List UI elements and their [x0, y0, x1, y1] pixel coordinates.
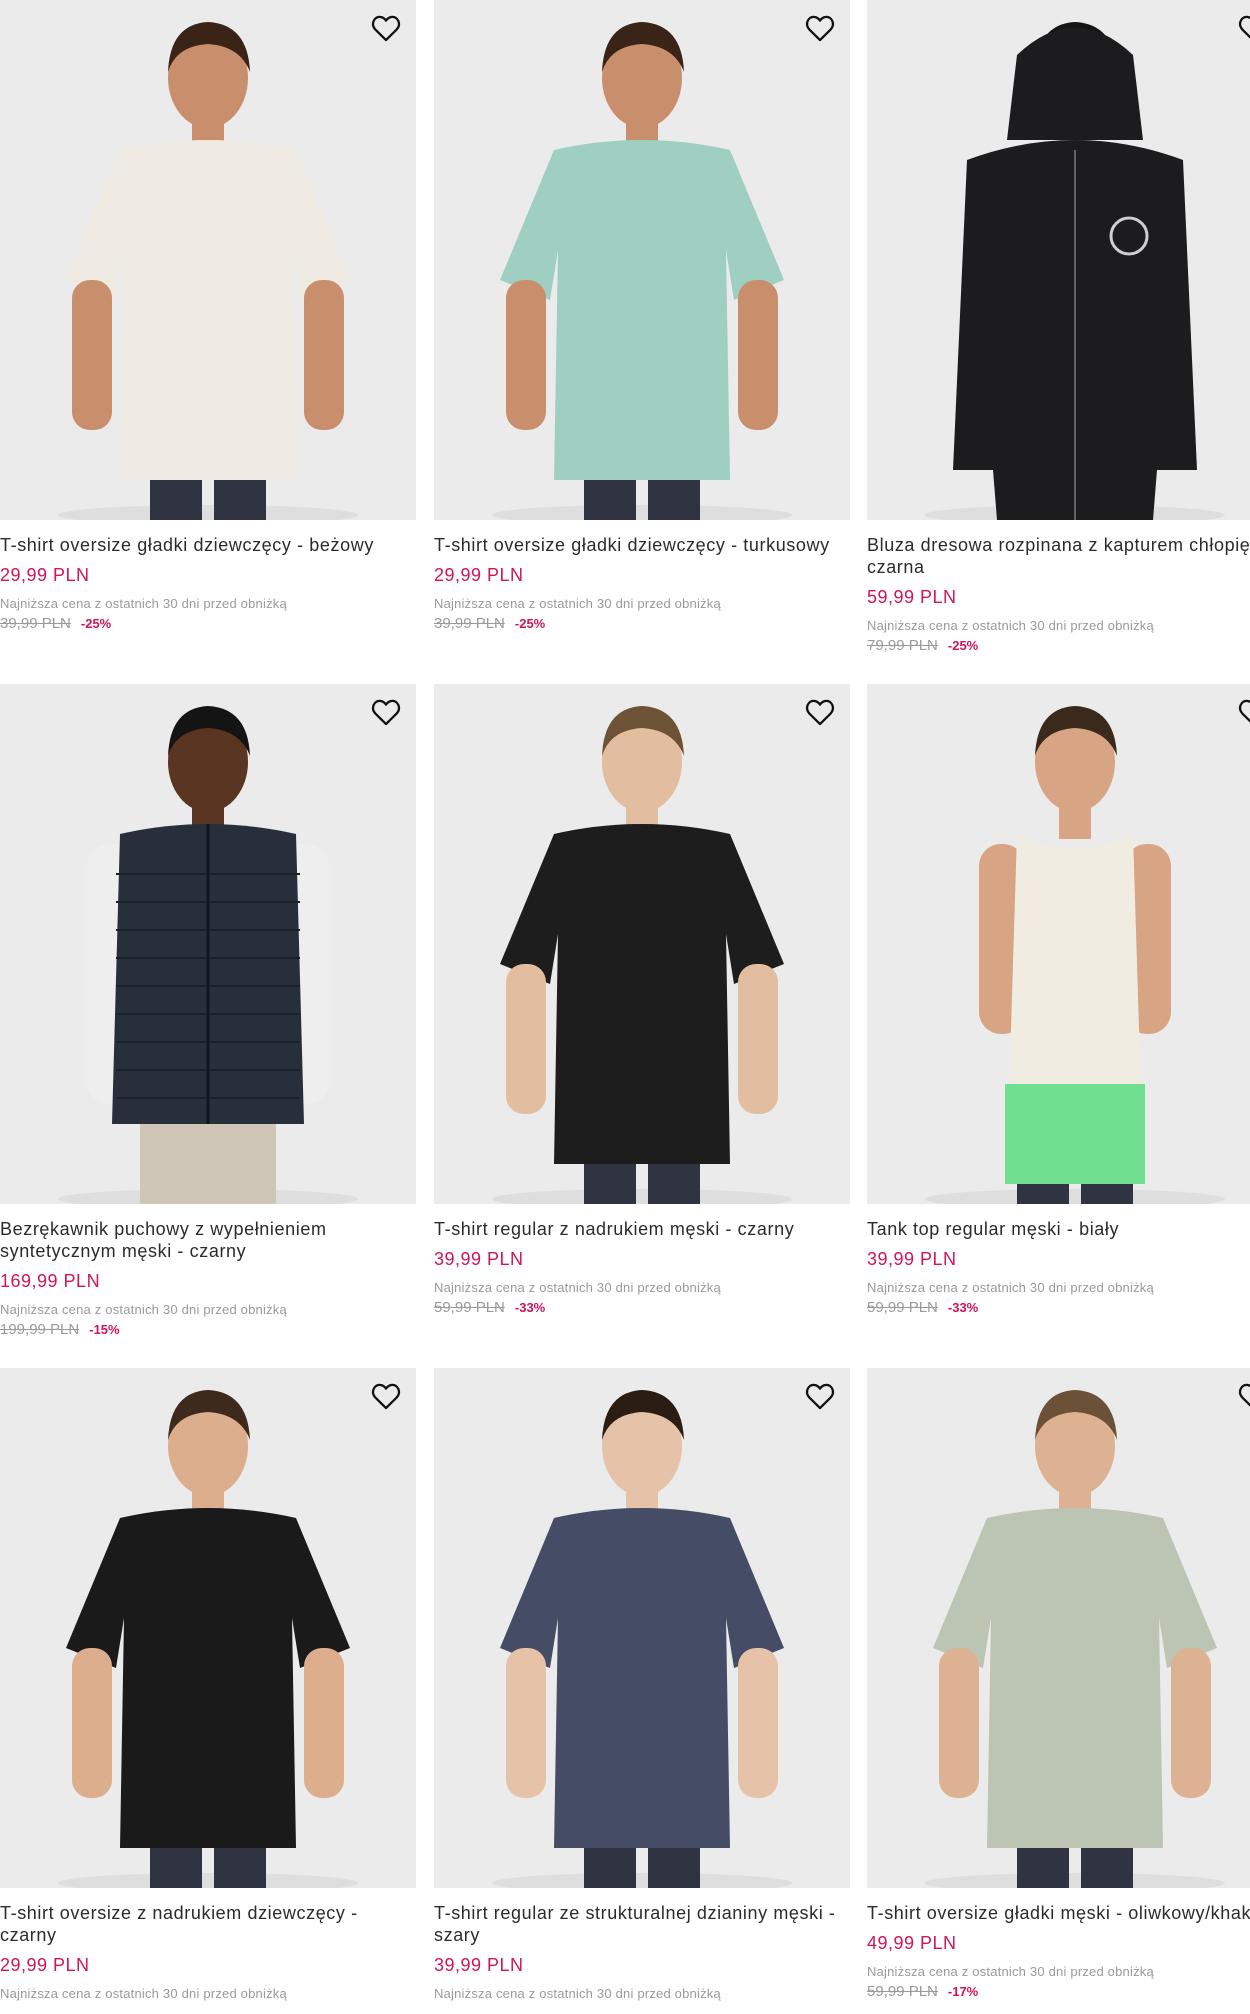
product-info: Bezrękawnik puchowy z wypełnieniem synte… — [0, 1204, 416, 1338]
product-card[interactable]: T-shirt regular z nadrukiem męski - czar… — [434, 684, 850, 1316]
product-info: T-shirt oversize z nadrukiem dziewczęcy … — [0, 1888, 416, 2001]
wishlist-heart-icon[interactable] — [366, 8, 406, 48]
product-info: T-shirt regular ze strukturalnej dzianin… — [434, 1888, 850, 2001]
product-info: T-shirt oversize gładki męski - oliwkowy… — [867, 1888, 1250, 2000]
product-price: 29,99 PLN — [434, 565, 524, 585]
old-price-row: 79,99 PLN -25% — [867, 637, 1250, 654]
old-price: 199,99 PLN — [0, 1321, 80, 1338]
product-photo — [492, 22, 792, 520]
old-price: 39,99 PLN — [434, 615, 505, 632]
product-info: T-shirt oversize gładki dziewczęcy - beż… — [0, 520, 416, 632]
product-price: 29,99 PLN — [0, 565, 90, 585]
product-card[interactable]: Bluza dresowa rozpinana z kapturem chłop… — [867, 0, 1250, 654]
product-photo — [925, 1390, 1225, 1888]
old-price: 79,99 PLN — [867, 637, 938, 654]
product-name[interactable]: Tank top regular męski - biały — [867, 1218, 1250, 1240]
product-card[interactable]: T-shirt oversize gładki dziewczęcy - tur… — [434, 0, 850, 632]
discount-badge: -25% — [80, 616, 112, 631]
product-image[interactable] — [434, 684, 850, 1204]
product-image[interactable] — [434, 0, 850, 520]
wishlist-heart-icon[interactable] — [1233, 1376, 1250, 1416]
old-price-row: 59,99 PLN -33% — [434, 1299, 850, 1316]
product-photo — [58, 1390, 358, 1888]
product-price: 49,99 PLN — [867, 1933, 957, 1953]
old-price: 59,99 PLN — [434, 1299, 505, 1316]
product-price: 169,99 PLN — [0, 1271, 101, 1291]
lowest-price-note: Najniższa cena z ostatnich 30 dni przed … — [0, 1302, 287, 1317]
discount-badge: -15% — [89, 1322, 120, 1337]
lowest-price-note: Najniższa cena z ostatnich 30 dni przed … — [867, 1964, 1154, 1979]
lowest-price-note: Najniższa cena z ostatnich 30 dni przed … — [0, 596, 287, 611]
product-image[interactable] — [867, 684, 1250, 1204]
old-price-row: 39,99 PLN -25% — [0, 615, 416, 632]
product-price: 39,99 PLN — [867, 1249, 957, 1269]
old-price-row: 59,99 PLN -17% — [867, 1983, 1250, 2000]
lowest-price-note: Najniższa cena z ostatnich 30 dni przed … — [0, 1986, 287, 2001]
product-card[interactable]: T-shirt oversize gładki męski - oliwkowy… — [867, 1368, 1250, 2000]
discount-badge: -17% — [947, 1984, 979, 1999]
product-name[interactable]: T-shirt oversize gładki dziewczęcy - beż… — [0, 534, 416, 556]
wishlist-heart-icon[interactable] — [366, 692, 406, 732]
product-info: Bluza dresowa rozpinana z kapturem chłop… — [867, 520, 1250, 654]
wishlist-heart-icon[interactable] — [1233, 8, 1250, 48]
discount-badge: -25% — [947, 638, 979, 653]
old-price: 39,99 PLN — [0, 615, 71, 632]
wishlist-heart-icon[interactable] — [1233, 692, 1250, 732]
product-name[interactable]: T-shirt regular z nadrukiem męski - czar… — [434, 1218, 850, 1240]
product-info: T-shirt regular z nadrukiem męski - czar… — [434, 1204, 850, 1316]
product-photo — [492, 1390, 792, 1888]
wishlist-heart-icon[interactable] — [800, 692, 840, 732]
old-price: 59,99 PLN — [867, 1299, 938, 1316]
discount-badge: -33% — [947, 1300, 979, 1315]
lowest-price-note: Najniższa cena z ostatnich 30 dni przed … — [867, 1280, 1154, 1295]
product-price: 39,99 PLN — [434, 1955, 524, 1975]
wishlist-heart-icon[interactable] — [800, 1376, 840, 1416]
old-price-row: 199,99 PLN -15% — [0, 1321, 416, 1338]
product-name[interactable]: T-shirt oversize gładki męski - oliwkowy… — [867, 1902, 1250, 1924]
product-image[interactable] — [434, 1368, 850, 1888]
product-price: 39,99 PLN — [434, 1249, 524, 1269]
lowest-price-note: Najniższa cena z ostatnich 30 dni przed … — [867, 618, 1154, 633]
product-image[interactable] — [867, 0, 1250, 520]
lowest-price-note: Najniższa cena z ostatnich 30 dni przed … — [434, 1986, 721, 2001]
product-info: Tank top regular męski - biały 39,99 PLN N… — [867, 1204, 1250, 1316]
wishlist-heart-icon[interactable] — [366, 1376, 406, 1416]
product-name[interactable]: Bluza dresowa rozpinana z kapturem chłop… — [867, 534, 1250, 578]
discount-badge: -33% — [514, 1300, 546, 1315]
product-name[interactable]: T-shirt oversize gładki dziewczęcy - tur… — [434, 534, 850, 556]
product-name[interactable]: Bezrękawnik puchowy z wypełnieniem synte… — [0, 1218, 416, 1262]
product-image[interactable] — [0, 0, 416, 520]
old-price-row: 39,99 PLN -25% — [434, 615, 850, 632]
product-name[interactable]: T-shirt oversize z nadrukiem dziewczęcy … — [0, 1902, 416, 1946]
product-price: 29,99 PLN — [0, 1955, 90, 1975]
lowest-price-note: Najniższa cena z ostatnich 30 dni przed … — [434, 596, 721, 611]
product-photo — [492, 706, 792, 1204]
old-price-row: 59,99 PLN -33% — [867, 1299, 1250, 1316]
product-image[interactable] — [867, 1368, 1250, 1888]
product-card[interactable]: T-shirt regular ze strukturalnej dzianin… — [434, 1368, 850, 2001]
product-card[interactable]: Tank top regular męski - biały 39,99 PLN N… — [867, 684, 1250, 1316]
discount-badge: -25% — [514, 616, 546, 631]
wishlist-heart-icon[interactable] — [800, 8, 840, 48]
product-card[interactable]: T-shirt oversize gładki dziewczęcy - beż… — [0, 0, 416, 632]
product-card[interactable]: Bezrękawnik puchowy z wypełnieniem synte… — [0, 684, 416, 1338]
product-name[interactable]: T-shirt regular ze strukturalnej dzianin… — [434, 1902, 850, 1946]
product-photo — [58, 22, 358, 520]
product-image[interactable] — [0, 1368, 416, 1888]
product-photo — [58, 706, 358, 1204]
product-grid: T-shirt oversize gładki dziewczęcy - beż… — [0, 0, 1250, 2014]
product-photo — [925, 22, 1225, 520]
product-info: T-shirt oversize gładki dziewczęcy - tur… — [434, 520, 850, 632]
product-image[interactable] — [0, 684, 416, 1204]
product-price: 59,99 PLN — [867, 587, 957, 607]
product-photo — [925, 706, 1225, 1204]
old-price: 59,99 PLN — [867, 1983, 938, 2000]
product-card[interactable]: T-shirt oversize z nadrukiem dziewczęcy … — [0, 1368, 416, 2001]
lowest-price-note: Najniższa cena z ostatnich 30 dni przed … — [434, 1280, 721, 1295]
